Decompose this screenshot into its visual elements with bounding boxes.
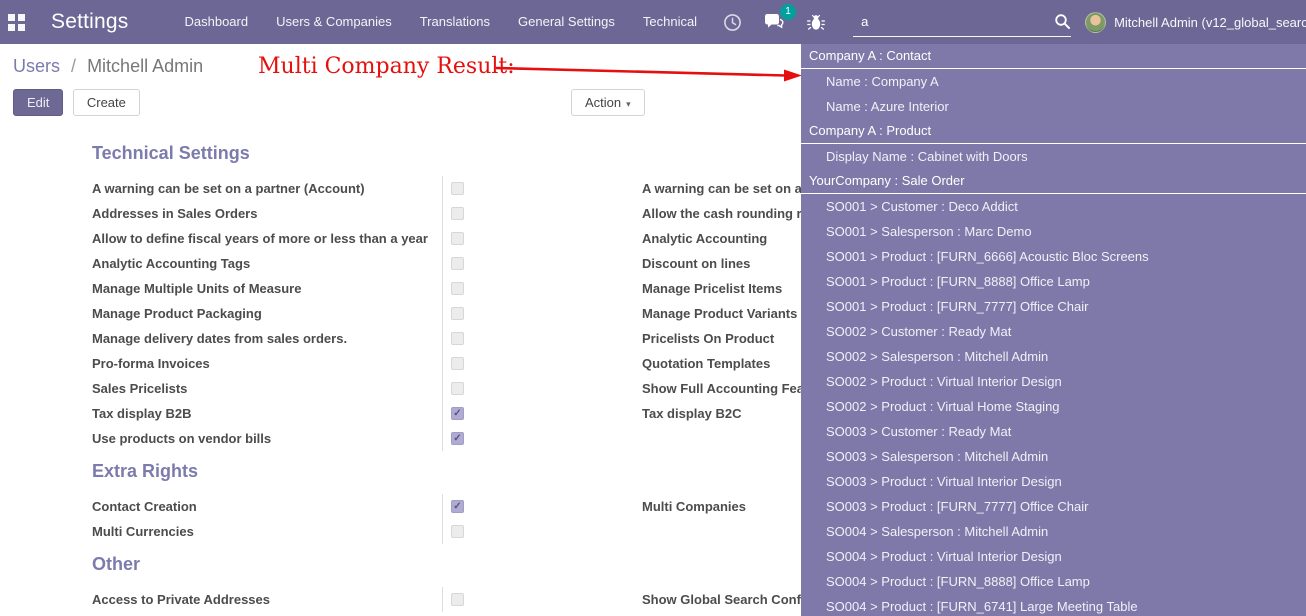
dropdown-group-header: YourCompany : Sale Order	[801, 169, 1306, 194]
setting-label: Allow to define fiscal years of more or …	[92, 231, 442, 246]
checkmark-icon: ✓	[453, 409, 461, 419]
checkbox-unchecked[interactable]	[451, 593, 464, 606]
dropdown-result-item[interactable]: SO001 > Product : [FURN_8888] Office Lam…	[801, 269, 1306, 294]
dropdown-group-header: Company A : Contact	[801, 44, 1306, 69]
checkbox-cell: ✓	[442, 426, 642, 451]
menu-item-general-settings[interactable]: General Settings	[504, 0, 629, 44]
dropdown-result-item[interactable]: SO004 > Product : Virtual Interior Desig…	[801, 544, 1306, 569]
dropdown-result-item[interactable]: SO002 > Product : Virtual Home Staging	[801, 394, 1306, 419]
checkbox-cell: ✓	[442, 401, 642, 426]
checkbox-unchecked[interactable]	[451, 207, 464, 220]
checkbox-cell	[442, 326, 642, 351]
dropdown-result-item[interactable]: SO001 > Product : [FURN_6666] Acoustic B…	[801, 244, 1306, 269]
setting-label: Sales Pricelists	[92, 381, 442, 396]
checkbox-unchecked[interactable]	[451, 232, 464, 245]
setting-label: Manage Multiple Units of Measure	[92, 281, 442, 296]
checkbox-unchecked[interactable]	[451, 182, 464, 195]
dropdown-result-item[interactable]: SO004 > Salesperson : Mitchell Admin	[801, 519, 1306, 544]
checkbox-unchecked[interactable]	[451, 332, 464, 345]
checkbox-unchecked[interactable]	[451, 525, 464, 538]
setting-label: Analytic Accounting Tags	[92, 256, 442, 271]
checkbox-checked[interactable]: ✓	[451, 500, 464, 513]
checkbox-cell	[442, 276, 642, 301]
setting-label: Manage delivery dates from sales orders.	[92, 331, 442, 346]
checkbox-unchecked[interactable]	[451, 307, 464, 320]
checkbox-cell	[442, 519, 642, 544]
checkbox-cell	[442, 251, 642, 276]
global-search-input[interactable]	[853, 14, 1054, 29]
setting-label: Access to Private Addresses	[92, 592, 442, 607]
messages-count-badge: 1	[780, 4, 796, 20]
checkmark-icon: ✓	[453, 502, 461, 512]
dropdown-result-item[interactable]: SO001 > Salesperson : Marc Demo	[801, 219, 1306, 244]
annotation-text: Multi Company Result:	[258, 54, 515, 79]
dropdown-result-item[interactable]: Name : Company A	[801, 69, 1306, 94]
setting-label: Tax display B2B	[92, 406, 442, 421]
setting-label: Use products on vendor bills	[92, 431, 442, 446]
setting-label: Multi Currencies	[92, 524, 442, 539]
breadcrumb-separator: /	[71, 56, 76, 76]
dropdown-result-item[interactable]: SO003 > Product : [FURN_7777] Office Cha…	[801, 494, 1306, 519]
navbar-right: 1 Mitchell Admin (v12_global_search) ▾	[711, 7, 1306, 37]
checkbox-cell	[442, 226, 642, 251]
setting-label: Pro-forma Invoices	[92, 356, 442, 371]
search-icon[interactable]	[1054, 13, 1071, 30]
setting-label: Manage Product Packaging	[92, 306, 442, 321]
checkbox-unchecked[interactable]	[451, 357, 464, 370]
global-search-results-dropdown: Company A : ContactName : Company AName …	[801, 44, 1306, 616]
setting-label: A warning can be set on a partner (Accou…	[92, 181, 442, 196]
dropdown-result-item[interactable]: SO001 > Product : [FURN_7777] Office Cha…	[801, 294, 1306, 319]
dropdown-result-item[interactable]: SO002 > Customer : Ready Mat	[801, 319, 1306, 344]
checkbox-cell: ✓	[442, 494, 642, 519]
checkbox-cell	[442, 587, 642, 612]
checkbox-unchecked[interactable]	[451, 257, 464, 270]
dropdown-result-item[interactable]: SO002 > Salesperson : Mitchell Admin	[801, 344, 1306, 369]
checkbox-checked[interactable]: ✓	[451, 432, 464, 445]
bug-icon[interactable]	[805, 11, 827, 33]
checkbox-unchecked[interactable]	[451, 382, 464, 395]
checkmark-icon: ✓	[453, 434, 461, 444]
breadcrumb-users-link[interactable]: Users	[13, 56, 60, 76]
action-caret-icon: ▾	[626, 99, 631, 109]
setting-label: Contact Creation	[92, 499, 442, 514]
checkbox-cell	[442, 376, 642, 401]
checkbox-unchecked[interactable]	[451, 282, 464, 295]
messages-icon[interactable]: 1	[763, 11, 785, 33]
action-dropdown-button[interactable]: Action▾	[571, 89, 645, 116]
dropdown-result-item[interactable]: SO002 > Product : Virtual Interior Desig…	[801, 369, 1306, 394]
dropdown-result-item[interactable]: SO003 > Salesperson : Mitchell Admin	[801, 444, 1306, 469]
dropdown-result-item[interactable]: SO004 > Product : [FURN_8888] Office Lam…	[801, 569, 1306, 594]
checkbox-cell	[442, 201, 642, 226]
dropdown-result-item[interactable]: SO003 > Customer : Ready Mat	[801, 419, 1306, 444]
checkbox-cell	[442, 351, 642, 376]
dropdown-result-item[interactable]: SO003 > Product : Virtual Interior Desig…	[801, 469, 1306, 494]
menu-item-technical[interactable]: Technical	[629, 0, 711, 44]
annotation-arrow	[492, 60, 806, 84]
menu-item-users-companies[interactable]: Users & Companies	[262, 0, 406, 44]
top-navbar: Settings Dashboard Users & Companies Tra…	[0, 0, 1306, 44]
main-menu: Dashboard Users & Companies Translations…	[170, 0, 711, 44]
user-menu[interactable]: Mitchell Admin (v12_global_search)	[1114, 15, 1306, 30]
checkbox-cell	[442, 301, 642, 326]
dropdown-result-item[interactable]: Name : Azure Interior	[801, 94, 1306, 119]
create-button[interactable]: Create	[73, 89, 140, 116]
dropdown-result-item[interactable]: Display Name : Cabinet with Doors	[801, 144, 1306, 169]
checkbox-checked[interactable]: ✓	[451, 407, 464, 420]
activities-clock-icon[interactable]	[721, 11, 743, 33]
menu-item-translations[interactable]: Translations	[406, 0, 504, 44]
user-avatar[interactable]	[1085, 12, 1106, 33]
global-search-box	[853, 7, 1071, 37]
dropdown-result-item[interactable]: SO001 > Customer : Deco Addict	[801, 194, 1306, 219]
breadcrumb-current: Mitchell Admin	[87, 56, 203, 76]
apps-menu-icon[interactable]	[8, 9, 25, 35]
app-title[interactable]: Settings	[51, 10, 128, 34]
dropdown-group-header: Company A : Product	[801, 119, 1306, 144]
setting-label: Addresses in Sales Orders	[92, 206, 442, 221]
checkbox-cell	[442, 176, 642, 201]
dropdown-result-item[interactable]: SO004 > Product : [FURN_6741] Large Meet…	[801, 594, 1306, 616]
menu-item-dashboard[interactable]: Dashboard	[170, 0, 262, 44]
edit-button[interactable]: Edit	[13, 89, 63, 116]
